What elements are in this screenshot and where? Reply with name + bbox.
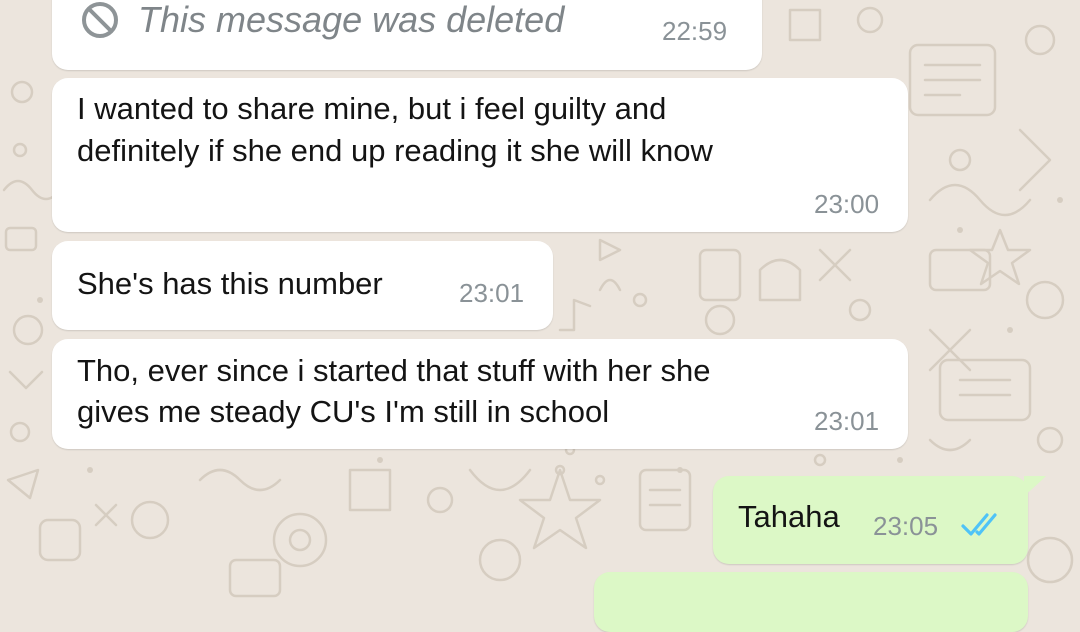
- message-bubble-deleted[interactable]: This message was deleted 22:59: [52, 0, 762, 70]
- message-bubble-incoming[interactable]: Tho, ever since i started that stuff wit…: [52, 339, 908, 449]
- message-text-line: definitely if she end up reading it she …: [77, 133, 713, 168]
- message-time: 23:01: [459, 278, 525, 308]
- message-text-line: gives me steady CU's I'm still in school: [77, 394, 610, 429]
- message-bubble-incoming[interactable]: I wanted to share mine, but i feel guilt…: [52, 78, 908, 232]
- message-time: 22:59: [662, 16, 728, 46]
- message-text-line: I wanted to share mine, but i feel guilt…: [77, 91, 667, 126]
- message-text-line: Tho, ever since i started that stuff wit…: [77, 353, 711, 388]
- bubble-tail: [1024, 476, 1046, 496]
- message-time: 23:00: [814, 189, 880, 219]
- message-bubble-outgoing-partial[interactable]: [594, 572, 1028, 632]
- message-bubble-incoming[interactable]: She's has this number 23:01: [52, 241, 553, 330]
- blocked-icon: [82, 2, 118, 38]
- message-time: 23:05: [873, 511, 939, 541]
- message-text-line: Tahaha: [738, 499, 840, 534]
- double-check-icon: [961, 513, 997, 536]
- deleted-message-text: This message was deleted: [138, 0, 565, 40]
- message-time: 23:01: [814, 406, 880, 436]
- message-bubble-outgoing[interactable]: Tahaha 23:05: [713, 476, 1028, 564]
- message-text-line: She's has this number: [77, 266, 383, 301]
